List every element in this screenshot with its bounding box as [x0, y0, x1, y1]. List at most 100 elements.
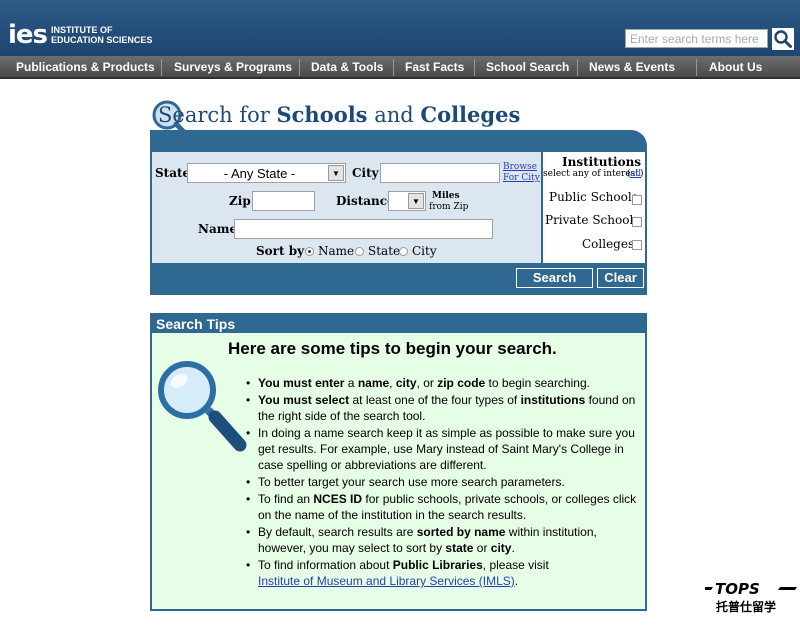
- tip-text: , or: [416, 376, 438, 390]
- nav-news-events[interactable]: News & Events: [589, 56, 675, 79]
- tip-text: Public Libraries: [392, 558, 483, 572]
- tip-item: To find information about Public Librari…: [242, 557, 642, 589]
- nav-data-tools[interactable]: Data & Tools: [311, 56, 383, 79]
- sort-option-state: State: [368, 244, 401, 258]
- tip-item: You must select at least one of the four…: [242, 392, 642, 424]
- logo-mark: ies: [8, 20, 48, 50]
- institution-public-label: Public Schools: [549, 190, 638, 204]
- ies-logo[interactable]: ies INSTITUTE of EDUCATION SCIENCES: [8, 22, 152, 48]
- tip-text: .: [514, 574, 519, 588]
- tip-text: city: [395, 376, 417, 390]
- nav-fast-facts[interactable]: Fast Facts: [405, 56, 464, 79]
- watermark-text: 托普仕留学: [716, 600, 777, 614]
- search-icon[interactable]: [772, 28, 794, 50]
- nav-divider: [577, 59, 578, 76]
- logo-line2: EDUCATION SCIENCES: [51, 35, 153, 45]
- tip-item: To find an NCES ID for public schools, p…: [242, 491, 642, 523]
- title-part2: Schools: [276, 102, 368, 127]
- site-header: ies INSTITUTE of EDUCATION SCIENCES Ente…: [0, 0, 800, 56]
- title-part1: Search for: [158, 103, 277, 127]
- distance-select[interactable]: ▼: [388, 191, 426, 211]
- tip-text: institutions: [520, 393, 586, 407]
- tip-text: To find an: [258, 492, 314, 506]
- institutions-subtitle: select any of interest: [543, 169, 639, 179]
- tip-text: to begin searching.: [485, 376, 590, 390]
- tip-text: NCES ID: [313, 492, 363, 506]
- nav-school-search[interactable]: School Search: [486, 56, 569, 79]
- tip-text: In doing a name search keep it as simple…: [258, 426, 635, 472]
- nav-divider: [299, 59, 300, 76]
- institutions-all-paren-close: ): [640, 169, 644, 179]
- sortby-label: Sort by: [256, 244, 305, 258]
- institutions-title: Institutions: [562, 155, 642, 169]
- search-button[interactable]: Search: [516, 268, 593, 288]
- search-tool-topbar: [150, 130, 647, 152]
- tip-item: To better target your search use more se…: [242, 474, 642, 490]
- tip-text: zip code: [437, 376, 486, 390]
- zip-label: Zip: [229, 194, 251, 208]
- tip-text: city: [490, 541, 512, 555]
- name-input[interactable]: [234, 219, 493, 239]
- state-select[interactable]: - Any State - ▼: [187, 163, 346, 183]
- browse-line2: For City: [503, 173, 540, 183]
- city-label: City: [352, 166, 379, 180]
- tip-text: To find information about: [258, 558, 393, 572]
- search-tips-box: Search Tips Here are some tips to begin …: [150, 313, 647, 611]
- sort-option-name: Name: [318, 244, 355, 258]
- search-tips-title: Here are some tips to begin your search.: [228, 339, 557, 358]
- tip-text: ,: [389, 376, 396, 390]
- title-part3: and: [367, 103, 421, 127]
- nav-divider: [393, 59, 394, 76]
- tip-text: By default, search results are: [258, 525, 417, 539]
- tip-text: state: [445, 541, 474, 555]
- sort-option-city: City: [412, 244, 437, 258]
- chevron-down-icon: ▼: [328, 165, 344, 181]
- title-part4: Colleges: [420, 102, 521, 127]
- nav-publications-products[interactable]: Publications & Products: [16, 56, 155, 79]
- state-label: State: [155, 166, 191, 180]
- site-search-input[interactable]: Enter search terms here: [625, 29, 768, 48]
- sort-radio-name[interactable]: [305, 247, 314, 256]
- tip-text: or: [473, 541, 491, 555]
- tip-text: name: [357, 376, 390, 390]
- nav-divider: [474, 59, 475, 76]
- colleges-checkbox[interactable]: [632, 240, 642, 250]
- distance-label: Distance: [336, 194, 395, 208]
- private-schools-checkbox[interactable]: [632, 217, 642, 227]
- magnifying-glass-icon: [158, 361, 247, 452]
- nav-divider: [161, 59, 162, 76]
- city-input[interactable]: [380, 163, 500, 183]
- tip-text: sorted by name: [416, 525, 506, 539]
- sort-radio-city[interactable]: [399, 247, 408, 256]
- main-nav: Publications & Products Surveys & Progra…: [0, 56, 800, 79]
- state-select-value: - Any State -: [223, 166, 296, 181]
- browse-line1: Browse: [503, 162, 537, 172]
- tip-text: a: [344, 376, 358, 390]
- clear-button[interactable]: Clear: [597, 268, 644, 288]
- tip-item: You must enter a name, city, or zip code…: [242, 375, 642, 391]
- name-label: Name: [198, 222, 238, 236]
- nav-surveys-programs[interactable]: Surveys & Programs: [174, 56, 292, 79]
- tip-text: You must select: [258, 393, 350, 407]
- public-schools-checkbox[interactable]: [632, 195, 642, 205]
- chevron-down-icon: ▼: [408, 193, 424, 209]
- institution-private-label: Private Schools: [545, 213, 640, 227]
- institution-colleges-label: Colleges: [582, 237, 635, 251]
- nav-about-us[interactable]: About Us: [709, 56, 762, 79]
- tip-text: To better target your search use more se…: [258, 475, 565, 489]
- tip-item: By default, search results are sorted by…: [242, 524, 642, 556]
- tip-item: In doing a name search keep it as simple…: [242, 425, 642, 473]
- sort-radio-state[interactable]: [355, 247, 364, 256]
- miles-label-line1: Miles: [432, 191, 460, 201]
- browse-for-city-link[interactable]: Browse For City: [503, 162, 540, 184]
- tip-text: at least one of the four types of: [349, 393, 521, 407]
- tips-list: You must enter a name, city, or zip code…: [242, 375, 642, 590]
- tip-text: You must enter: [258, 376, 345, 390]
- tip-text: .: [511, 541, 515, 555]
- watermark-logo-text: TOPS: [715, 580, 760, 598]
- zip-input[interactable]: [252, 191, 315, 211]
- nav-divider: [696, 59, 697, 76]
- miles-label-line2: from Zip: [429, 202, 469, 212]
- imls-link[interactable]: Institute of Museum and Library Services…: [258, 574, 515, 588]
- tip-text: , please visit: [482, 558, 549, 572]
